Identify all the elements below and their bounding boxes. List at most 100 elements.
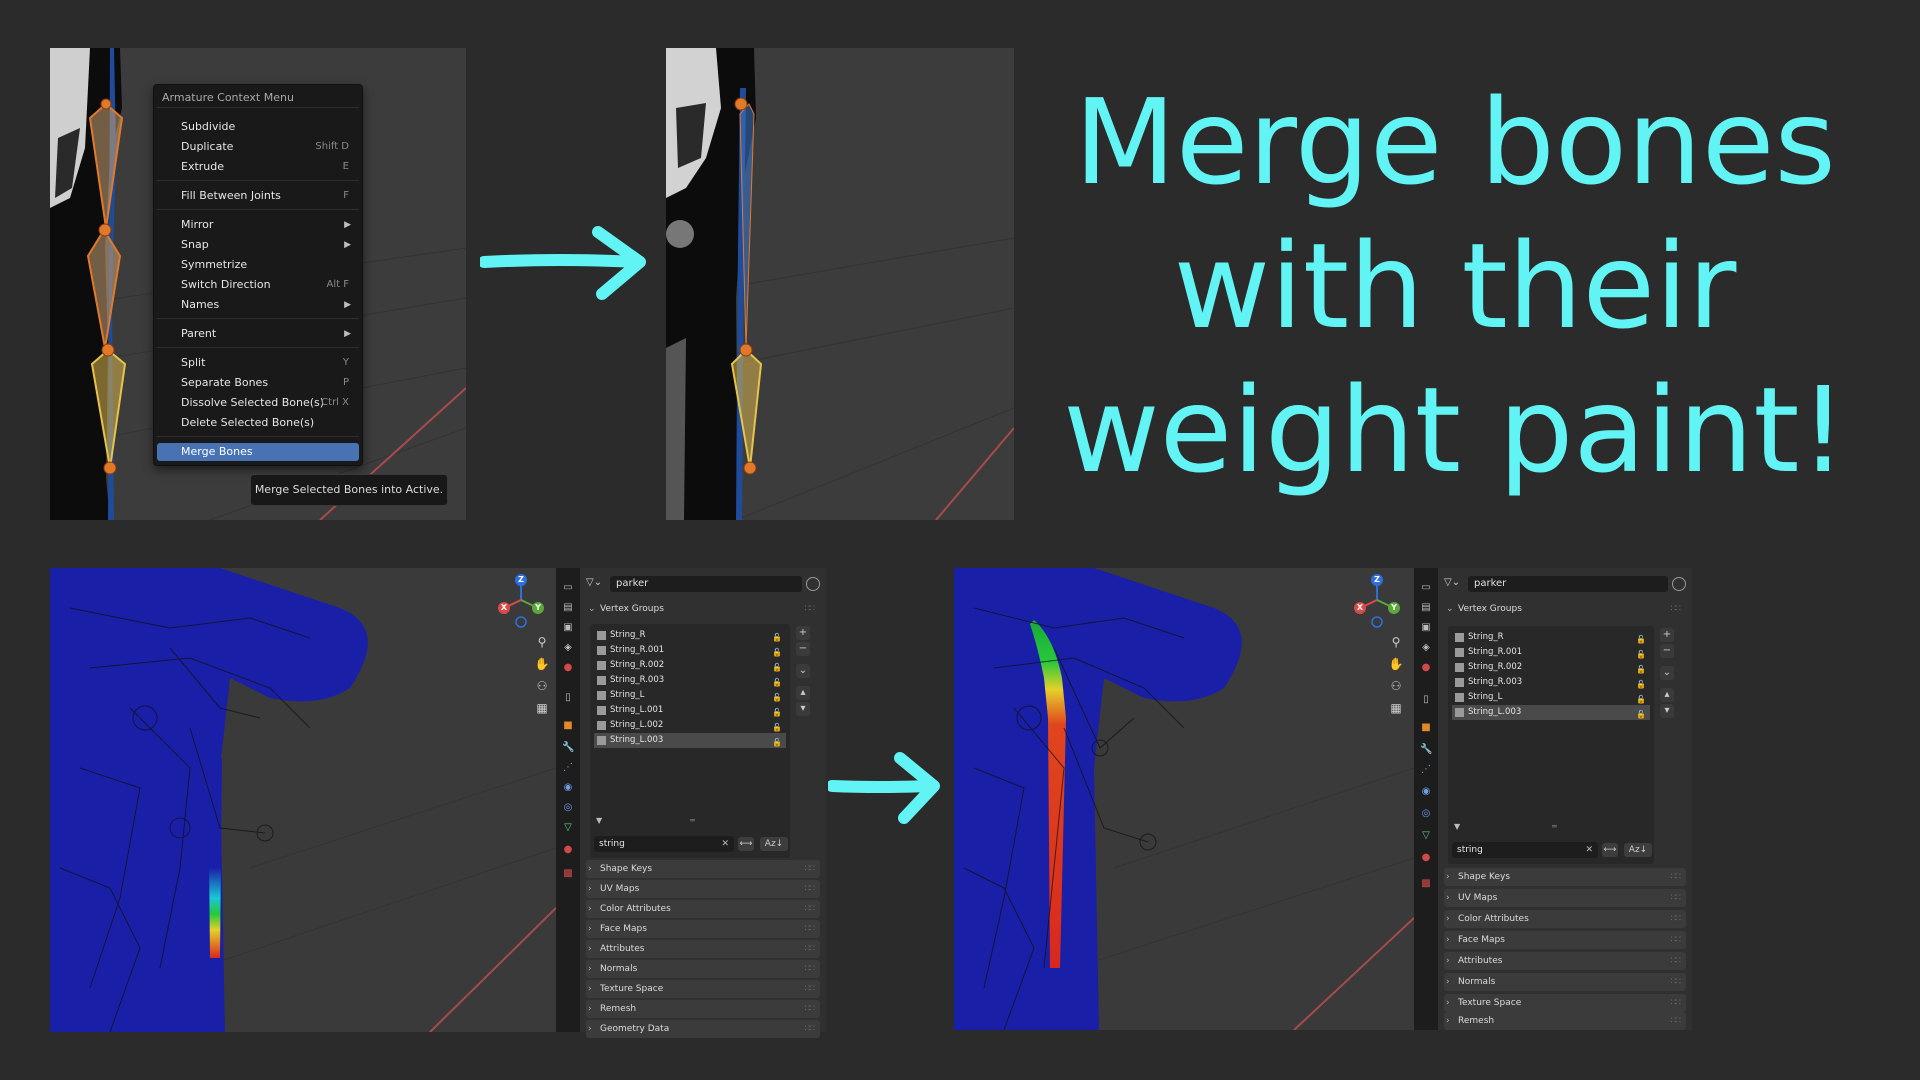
navigation-gizmo[interactable]: Z X Y xyxy=(1352,572,1402,628)
y-axis-icon[interactable]: Y xyxy=(532,602,544,614)
scene-tab-icon[interactable]: ◈ xyxy=(562,642,574,654)
render-tab-icon[interactable]: ▭ xyxy=(1420,582,1432,594)
menu-item-separate-bones[interactable]: Separate Bones P xyxy=(157,374,359,392)
world-tab-icon[interactable]: ● xyxy=(1420,662,1432,674)
vertex-group-item[interactable]: String_R.001 🔓 xyxy=(594,643,786,658)
menu-item-subdivide[interactable]: Subdivide xyxy=(157,118,359,136)
modifier-tab-icon[interactable]: 🔧 xyxy=(562,742,574,754)
menu-item-symmetrize[interactable]: Symmetrize xyxy=(157,256,359,274)
texture-space-panel[interactable]: › Texture Space ∷∷ xyxy=(586,980,820,998)
move-down-button[interactable]: ▾ xyxy=(1660,704,1674,718)
resize-handle-icon[interactable]: ═ xyxy=(1552,822,1557,831)
move-up-button[interactable]: ▴ xyxy=(796,686,810,700)
constraints-tab-icon[interactable]: ◎ xyxy=(1420,808,1432,820)
vertex-group-item[interactable]: String_R.003 🔓 xyxy=(1452,675,1650,690)
texture-tab-icon[interactable]: ▩ xyxy=(562,868,574,880)
menu-item-duplicate[interactable]: Duplicate Shift D xyxy=(157,138,359,156)
vertex-group-item[interactable]: String_R.002 🔓 xyxy=(594,658,786,673)
particles-tab-icon[interactable]: ⋰ xyxy=(562,762,574,774)
add-vertex-group-button[interactable]: + xyxy=(796,626,810,640)
grid-icon[interactable]: ▦ xyxy=(534,700,550,716)
vertex-group-item[interactable]: String_R.001 🔓 xyxy=(1452,645,1650,660)
vertex-group-menu-button[interactable]: ⌄ xyxy=(1660,666,1674,680)
menu-item-merge-bones[interactable]: Merge Bones xyxy=(157,443,359,461)
shape-keys-panel[interactable]: › Shape Keys ∷∷ xyxy=(586,860,820,878)
y-axis-icon[interactable]: Y xyxy=(1388,602,1400,614)
filter-toggle-icon[interactable]: ▼ xyxy=(596,816,602,825)
mesh-data-icon[interactable]: ▽ xyxy=(562,822,574,834)
collection-tab-icon[interactable]: ▯ xyxy=(1420,694,1432,706)
filter-toggle-icon[interactable]: ▼ xyxy=(1454,822,1460,831)
search-icon[interactable]: ⚲ xyxy=(534,634,550,650)
pin-icon[interactable] xyxy=(806,577,820,591)
menu-item-delete-selected-bones[interactable]: Delete Selected Bone(s) xyxy=(157,414,359,432)
shape-keys-panel[interactable]: › Shape Keys ∷∷ xyxy=(1444,868,1686,886)
object-tab-icon[interactable]: ■ xyxy=(562,720,574,732)
physics-tab-icon[interactable]: ◉ xyxy=(562,782,574,794)
menu-item-dissolve-selected-bones[interactable]: Dissolve Selected Bone(s) Ctrl X xyxy=(157,394,359,412)
hand-icon[interactable]: ✋ xyxy=(1388,656,1404,672)
remesh-panel[interactable]: › Remesh ∷∷ xyxy=(1444,1012,1686,1030)
camera-icon[interactable]: ⚇ xyxy=(534,678,550,694)
navigation-gizmo[interactable]: Z X Y xyxy=(496,572,546,628)
vertex-group-item[interactable]: String_L.001 🔓 xyxy=(594,703,786,718)
render-tab-icon[interactable]: ▭ xyxy=(562,582,574,594)
z-axis-icon[interactable]: Z xyxy=(1371,574,1383,586)
face-maps-panel[interactable]: › Face Maps ∷∷ xyxy=(586,920,820,938)
texture-tab-icon[interactable]: ▩ xyxy=(1420,878,1432,890)
physics-tab-icon[interactable]: ◉ xyxy=(1420,786,1432,798)
menu-item-fill-between-joints[interactable]: Fill Between Joints F xyxy=(157,187,359,205)
move-up-button[interactable]: ▴ xyxy=(1660,688,1674,702)
modifier-tab-icon[interactable]: 🔧 xyxy=(1420,744,1432,756)
output-tab-icon[interactable]: ▤ xyxy=(562,602,574,614)
vertex-group-item[interactable]: String_R.002 🔓 xyxy=(1452,660,1650,675)
vertex-group-menu-button[interactable]: ⌄ xyxy=(796,664,810,678)
resize-handle-icon[interactable]: ═ xyxy=(690,816,695,825)
armature-viewport-after[interactable] xyxy=(666,48,1014,520)
weight-paint-viewport-before[interactable]: Z X Y ⚲ ✋ ⚇ ▦ xyxy=(50,568,556,1032)
vertex-groups-panel-header[interactable]: ⌄ Vertex Groups ∷∷ xyxy=(586,600,820,618)
remove-vertex-group-button[interactable]: − xyxy=(1660,644,1674,658)
particles-tab-icon[interactable]: ⋰ xyxy=(1420,764,1432,776)
material-tab-icon[interactable]: ● xyxy=(1420,852,1432,864)
normals-panel[interactable]: › Normals ∷∷ xyxy=(586,960,820,978)
color-attributes-panel[interactable]: › Color Attributes ∷∷ xyxy=(586,900,820,918)
camera-icon[interactable]: ⚇ xyxy=(1388,678,1404,694)
invert-filter-button[interactable]: ⟷ xyxy=(1602,843,1618,857)
attributes-panel[interactable]: › Attributes ∷∷ xyxy=(1444,952,1686,970)
search-icon[interactable]: ⚲ xyxy=(1388,634,1404,650)
view-layer-tab-icon[interactable]: ▣ xyxy=(1420,622,1432,634)
vertex-group-item-selected[interactable]: String_L.003 🔓 xyxy=(594,733,786,748)
grid-icon[interactable]: ▦ xyxy=(1388,700,1404,716)
vertex-group-item[interactable]: String_R 🔓 xyxy=(1452,630,1650,645)
weight-paint-viewport-after[interactable]: Z X Y ⚲ ✋ ⚇ ▦ xyxy=(954,568,1414,1030)
object-tab-icon[interactable]: ■ xyxy=(1420,722,1432,734)
normals-panel[interactable]: › Normals ∷∷ xyxy=(1444,973,1686,991)
menu-item-switch-direction[interactable]: Switch Direction Alt F xyxy=(157,276,359,294)
view-layer-tab-icon[interactable]: ▣ xyxy=(562,622,574,634)
move-down-button[interactable]: ▾ xyxy=(796,702,810,716)
invert-filter-button[interactable]: ⟷ xyxy=(738,837,754,851)
filter-input[interactable]: string ✕ xyxy=(1452,842,1598,858)
vertex-group-item-selected[interactable]: String_L.003 🔓 xyxy=(1452,705,1650,720)
world-tab-icon[interactable]: ● xyxy=(562,662,574,674)
uv-maps-panel[interactable]: › UV Maps ∷∷ xyxy=(586,880,820,898)
vertex-group-item[interactable]: String_L 🔓 xyxy=(1452,690,1650,705)
output-tab-icon[interactable]: ▤ xyxy=(1420,602,1432,614)
vertex-group-item[interactable]: String_L.002 🔓 xyxy=(594,718,786,733)
sort-alpha-button[interactable]: Az↓ xyxy=(760,837,788,851)
menu-item-split[interactable]: Split Y xyxy=(157,354,359,372)
constraints-tab-icon[interactable]: ◎ xyxy=(562,802,574,814)
material-tab-icon[interactable]: ● xyxy=(562,844,574,856)
vertex-group-item[interactable]: String_R.003 🔓 xyxy=(594,673,786,688)
vertex-group-item[interactable]: String_R 🔓 xyxy=(594,628,786,643)
collection-tab-icon[interactable]: ▯ xyxy=(562,692,574,704)
hand-icon[interactable]: ✋ xyxy=(534,656,550,672)
x-axis-icon[interactable]: X xyxy=(1354,602,1366,614)
filter-input[interactable]: string ✕ xyxy=(594,836,734,852)
z-axis-icon[interactable]: Z xyxy=(515,574,527,586)
texture-space-panel[interactable]: › Texture Space ∷∷ xyxy=(1444,994,1686,1012)
menu-item-snap[interactable]: Snap ▶ xyxy=(157,236,359,254)
scene-tab-icon[interactable]: ◈ xyxy=(1420,642,1432,654)
x-axis-icon[interactable]: X xyxy=(498,602,510,614)
